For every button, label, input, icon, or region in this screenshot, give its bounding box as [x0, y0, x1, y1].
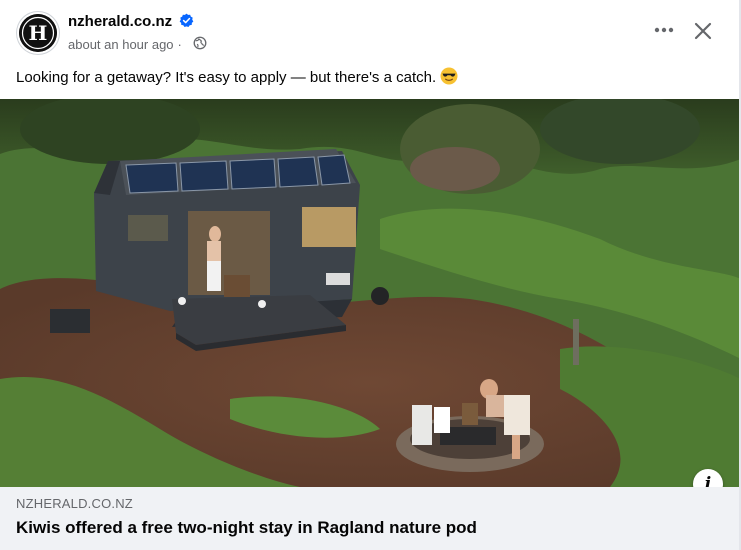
ellipsis-icon: [654, 27, 674, 33]
meta-separator: ·: [177, 37, 182, 52]
link-preview-card[interactable]: NZHERALD.CO.NZ Kiwis offered a free two-…: [0, 487, 741, 550]
nzherald-logo: H: [19, 14, 57, 52]
verified-badge-icon: [179, 13, 194, 27]
post-meta: about an hour ago ·: [68, 36, 185, 53]
caption-text: Looking for a getaway? It's easy to appl…: [16, 69, 437, 86]
page-avatar[interactable]: H: [16, 11, 60, 55]
post-caption: Looking for a getaway? It's easy to appl…: [16, 67, 458, 88]
post-timestamp-link[interactable]: about an hour ago: [68, 37, 174, 52]
globe-icon[interactable]: [193, 36, 207, 50]
page-name-link[interactable]: nzherald.co.nz: [68, 12, 172, 32]
svg-text:H: H: [29, 21, 48, 45]
link-domain: NZHERALD.CO.NZ: [16, 496, 133, 511]
aerial-photo-nature-pod: [0, 99, 741, 487]
more-options-button[interactable]: [648, 14, 680, 46]
post-header: H nzherald.co.nz about an hour ago ·: [0, 0, 741, 62]
sunglasses-emoji-icon: [440, 67, 458, 85]
facebook-post: H nzherald.co.nz about an hour ago · Loo…: [0, 0, 741, 550]
link-headline[interactable]: Kiwis offered a free two-night stay in R…: [16, 517, 477, 539]
post-image[interactable]: i: [0, 99, 741, 487]
close-icon: [694, 22, 712, 40]
close-button[interactable]: [686, 14, 720, 48]
